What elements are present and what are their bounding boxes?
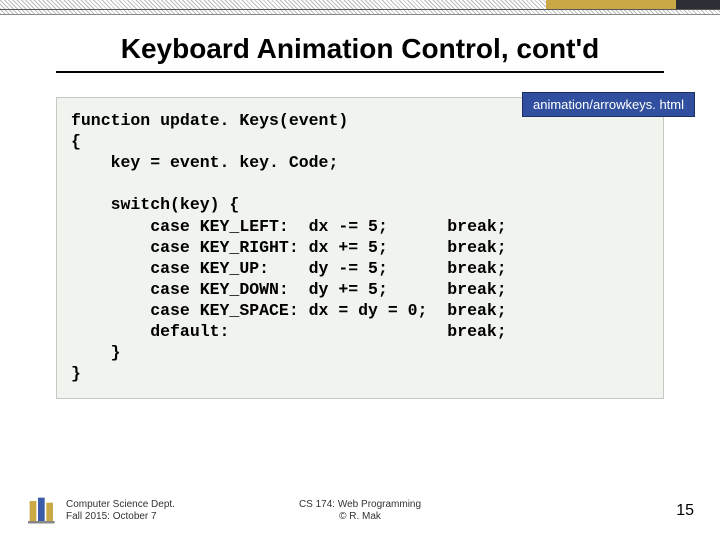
course-line1: CS 174: Web Programming (299, 499, 421, 512)
decorative-sub-bar (0, 10, 720, 15)
code-block: animation/arrowkeys. html function updat… (56, 97, 664, 399)
code-text: function update. Keys(event) { key = eve… (71, 110, 649, 384)
file-label: animation/arrowkeys. html (522, 92, 695, 117)
bar-dotted (0, 0, 546, 9)
slide-title: Keyboard Animation Control, cont'd (0, 33, 720, 65)
university-logo (26, 496, 60, 526)
course-info: CS 174: Web Programming © R. Mak (299, 499, 421, 524)
page-number: 15 (676, 502, 694, 520)
dept-info: Computer Science Dept. Fall 2015: Octobe… (66, 499, 175, 524)
bar-gold (546, 0, 676, 9)
footer: Computer Science Dept. Fall 2015: Octobe… (0, 496, 720, 526)
dept-line2: Fall 2015: October 7 (66, 511, 175, 524)
title-underline (56, 71, 664, 73)
bar-dark (676, 0, 720, 9)
course-line2: © R. Mak (299, 511, 421, 524)
decorative-top-bars (0, 0, 720, 10)
dept-line1: Computer Science Dept. (66, 499, 175, 512)
